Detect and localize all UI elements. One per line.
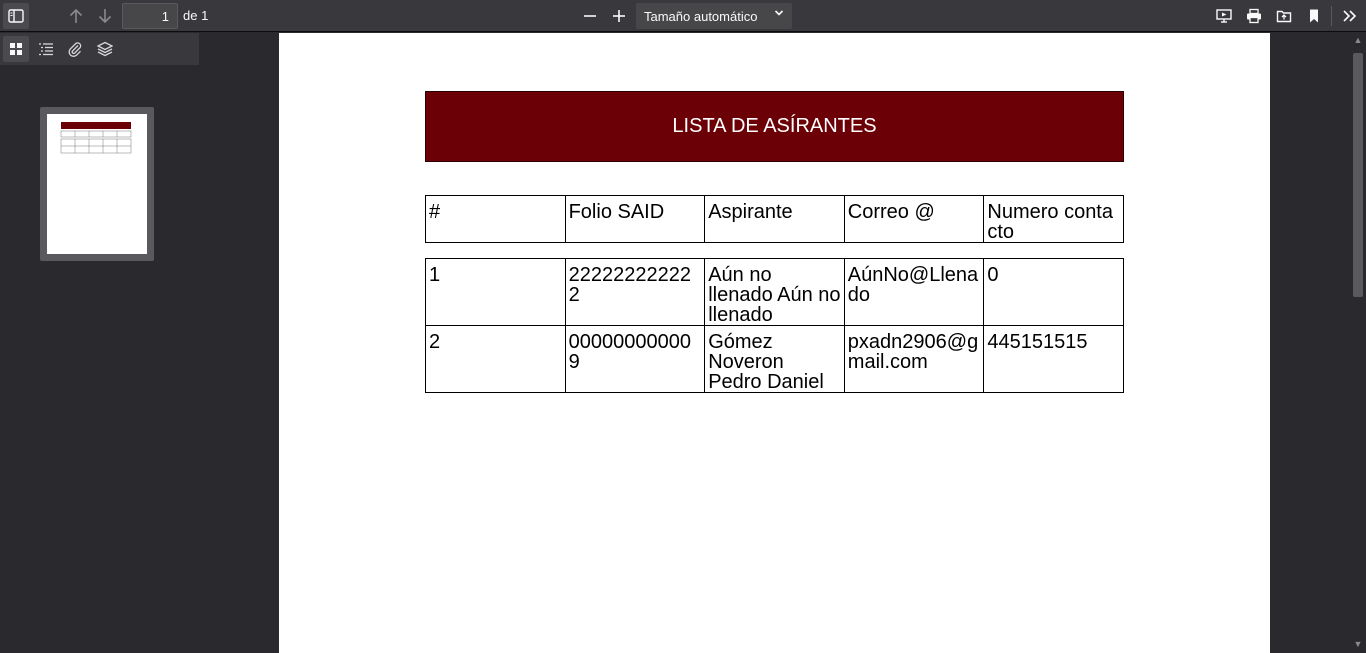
layers-icon: [97, 41, 113, 57]
header-cell-folio: Folio SAID: [564, 195, 706, 243]
cell-aspirante: Aún no llenado Aún no llenado: [704, 258, 845, 326]
table-row: 2 000000000009 Gómez Noveron Pedro Danie…: [425, 325, 1124, 393]
sidebar-toggle-button[interactable]: [3, 3, 29, 29]
table-row: 1 222222222222 Aún no llenado Aún no lle…: [425, 258, 1124, 326]
thumbnails-grid-icon: [10, 43, 22, 55]
header-cell-correo: Correo @: [843, 195, 985, 243]
cell-folio: 000000000009: [564, 325, 706, 393]
scroll-up-arrow-icon[interactable]: ▲: [1353, 35, 1363, 47]
cell-correo: AúnNo@Llenado: [843, 258, 985, 326]
presentation-icon: [1216, 9, 1232, 23]
scrollbar-thumb[interactable]: [1353, 53, 1363, 297]
open-file-button[interactable]: [1271, 3, 1297, 29]
tab-layers[interactable]: [92, 36, 118, 62]
double-chevron-right-icon: [1343, 10, 1357, 22]
header-cell-number: #: [425, 195, 566, 243]
header-cell-contacto: Numero contacto: [983, 195, 1124, 243]
page-thumbnail[interactable]: [47, 114, 147, 254]
pdf-page: LISTA DE ASÍRANTES # Folio SAID Aspirant…: [279, 33, 1270, 653]
presentation-mode-button[interactable]: [1211, 3, 1237, 29]
outline-list-icon: [39, 43, 53, 56]
cell-contacto: 0: [983, 258, 1124, 326]
bookmark-button[interactable]: [1301, 3, 1327, 29]
zoom-out-button[interactable]: [577, 3, 603, 29]
tab-attachments[interactable]: [62, 36, 88, 62]
zoom-select[interactable]: Tamaño automático: [636, 3, 792, 29]
vertical-scrollbar[interactable]: ▲ ▼: [1350, 33, 1366, 653]
document-viewer[interactable]: LISTA DE ASÍRANTES # Folio SAID Aspirant…: [200, 33, 1366, 653]
scroll-down-arrow-icon[interactable]: ▼: [1353, 639, 1363, 651]
document-title: LISTA DE ASÍRANTES: [425, 91, 1124, 162]
cell-contacto: 445151515: [983, 325, 1124, 393]
toolbar-divider: [1331, 6, 1332, 26]
table-header: # Folio SAID Aspirante Correo @ Numero c…: [425, 195, 1124, 243]
header-cell-aspirante: Aspirante: [704, 195, 845, 243]
cell-correo: pxadn2906@gmail.com: [843, 325, 985, 393]
bookmark-icon: [1310, 9, 1318, 23]
thumbnail-preview-image: [60, 122, 132, 154]
toolbar: de 1 Tamaño automático: [0, 0, 1366, 32]
arrow-down-icon: [98, 9, 112, 24]
table-header-row: # Folio SAID Aspirante Correo @ Numero c…: [425, 195, 1124, 243]
print-button[interactable]: [1241, 3, 1267, 29]
cell-aspirante: Gómez Noveron Pedro Daniel: [704, 325, 845, 393]
chevron-down-icon: [774, 8, 784, 21]
applicants-table: 1 222222222222 Aún no llenado Aún no lle…: [425, 258, 1124, 393]
previous-page-button[interactable]: [63, 3, 89, 29]
cell-folio: 222222222222: [564, 258, 706, 326]
tab-thumbnails[interactable]: [3, 36, 29, 62]
cell-number: 1: [425, 258, 566, 326]
print-icon: [1247, 8, 1261, 24]
zoom-select-value: Tamaño automático: [644, 9, 758, 24]
arrow-up-icon: [69, 8, 83, 23]
open-file-icon: [1276, 10, 1292, 23]
tools-menu-button[interactable]: [1337, 3, 1363, 29]
next-page-button[interactable]: [92, 3, 118, 29]
paperclip-icon: [68, 42, 82, 57]
sidebar: [0, 33, 199, 653]
sidebar-tabs: [0, 33, 199, 65]
page-number-input[interactable]: [122, 3, 178, 29]
sidebar-toggle-icon: [8, 9, 24, 23]
page-count-label: de 1: [183, 8, 209, 23]
zoom-in-button[interactable]: [606, 3, 632, 29]
minus-icon: [584, 15, 596, 17]
thumbnail-view: [0, 65, 199, 653]
plus-icon: [613, 10, 625, 22]
cell-number: 2: [425, 325, 566, 393]
tab-outline[interactable]: [33, 36, 59, 62]
